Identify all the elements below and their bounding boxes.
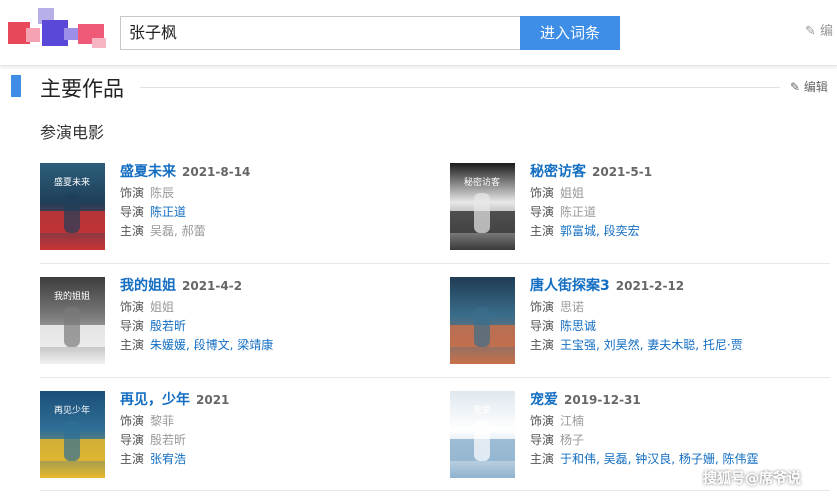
section-marker — [11, 75, 21, 97]
film-info: 再见，少年 2021 饰演 黎菲 导演 殷若昕 主演 张宥浩 — [120, 391, 229, 468]
film-info: 盛夏未来 2021-8-14 饰演 陈辰 导演 陈正道 主演 吴磊, 郝蕾 — [120, 163, 250, 240]
director-label: 导演 — [120, 319, 145, 333]
director-label: 导演 — [120, 205, 145, 219]
film-title-link[interactable]: 唐人街探案3 — [530, 278, 610, 294]
film-date: 2021-5-1 — [592, 165, 653, 179]
role-label: 饰演 — [120, 300, 145, 314]
row-divider — [40, 490, 830, 491]
pencil-icon: ✎ — [805, 24, 816, 39]
role-value: 江楠 — [560, 414, 585, 428]
poster-title: 再见少年 — [54, 404, 90, 416]
role-label: 饰演 — [530, 414, 555, 428]
role-value: 思诺 — [560, 300, 585, 314]
enter-entry-button[interactable]: 进入词条 — [520, 16, 620, 50]
section-edit-link[interactable]: ✎ 编辑 — [790, 78, 828, 95]
director-value: 殷若昕 — [150, 433, 187, 447]
film-info: 唐人街探案3 2021-2-12 饰演 思诺 导演 陈思诚 主演 王宝强, 刘昊然, 妻夫木聪… — [530, 277, 743, 354]
film-poster[interactable]: 我的姐姐 — [40, 277, 105, 364]
cast-label: 主演 — [120, 224, 145, 238]
cast-value: 吴磊, 郝蕾 — [150, 224, 206, 238]
film-card: 我的姐姐 我的姐姐 2021-4-2 饰演 姐姐 导演 殷若昕 主演 朱媛媛, 段博文, 梁靖康 — [40, 277, 420, 377]
poster-art: 宠爱 — [450, 404, 515, 461]
top-bar: 张子枫 进入词条 ✎ 编 — [0, 0, 837, 66]
film-card: 盛夏未来 盛夏未来 2021-8-14 饰演 陈辰 导演 陈正道 主演 吴磊, 郝蕾 — [40, 163, 420, 263]
role-value: 黎菲 — [150, 414, 175, 428]
cast-label: 主演 — [530, 452, 555, 466]
cast-value[interactable]: 朱媛媛, 段博文, 梁靖康 — [150, 338, 273, 352]
role-label: 饰演 — [530, 186, 555, 200]
poster-art: 我的姐姐 — [40, 290, 105, 347]
film-date: 2021-2-12 — [615, 279, 685, 293]
role-label: 饰演 — [120, 186, 145, 200]
cast-label: 主演 — [120, 338, 145, 352]
edit-link-top[interactable]: ✎ 编 — [805, 20, 833, 39]
film-poster[interactable]: 秘密访客 — [450, 163, 515, 250]
poster-title: 秘密访客 — [464, 176, 500, 188]
row-divider — [40, 377, 830, 378]
row-divider — [40, 263, 830, 264]
cast-value[interactable]: 于和伟, 吴磊, 钟汉良, 杨子姗, 陈伟霆 — [560, 452, 759, 466]
film-info: 宠爱 2019-12-31 饰演 江楠 导演 杨子 主演 于和伟, 吴磊, 钟汉良, 杨子姗,… — [530, 391, 759, 468]
director-label: 导演 — [530, 205, 555, 219]
film-info: 秘密访客 2021-5-1 饰演 姐姐 导演 陈正道 主演 郭富城, 段奕宏 — [530, 163, 652, 240]
film-date: 2021-4-2 — [182, 279, 243, 293]
watermark-text: 搜狐号@席爷说 — [703, 471, 801, 487]
director-value[interactable]: 殷若昕 — [150, 319, 186, 333]
film-card: 再见少年 再见，少年 2021 饰演 黎菲 导演 殷若昕 主演 张宥浩 — [40, 391, 420, 491]
role-value: 陈辰 — [150, 186, 175, 200]
film-date: 2021-8-14 — [182, 165, 251, 179]
poster-art: 盛夏未来 — [40, 176, 105, 233]
cast-label: 主演 — [120, 452, 145, 466]
director-value[interactable]: 陈思诚 — [560, 319, 596, 333]
director-value: 杨子 — [560, 433, 585, 447]
film-poster[interactable] — [450, 277, 515, 364]
director-value[interactable]: 陈正道 — [150, 205, 186, 219]
edit-label: 编辑 — [803, 80, 828, 94]
role-label: 饰演 — [120, 414, 145, 428]
film-title-link[interactable]: 盛夏未来 — [120, 164, 176, 180]
cast-value[interactable]: 王宝强, 刘昊然, 妻夫木聪, 托尼·贾 — [560, 338, 743, 352]
role-label: 饰演 — [530, 300, 555, 314]
film-title-link[interactable]: 宠爱 — [530, 392, 558, 408]
search-input[interactable]: 张子枫 — [120, 16, 520, 50]
film-poster[interactable]: 再见少年 — [40, 391, 105, 478]
film-date: 2021 — [196, 393, 230, 407]
film-poster[interactable]: 盛夏未来 — [40, 163, 105, 250]
film-date: 2019-12-31 — [564, 393, 641, 407]
cast-value[interactable]: 郭富城, 段奕宏 — [560, 224, 640, 238]
director-label: 导演 — [530, 319, 555, 333]
section-title: 主要作品 — [40, 77, 124, 101]
film-poster[interactable]: 宠爱 — [450, 391, 515, 478]
film-title-link[interactable]: 再见，少年 — [120, 392, 190, 408]
section-divider — [140, 87, 780, 88]
director-label: 导演 — [530, 433, 555, 447]
cast-value[interactable]: 张宥浩 — [150, 452, 186, 466]
role-value: 姐姐 — [560, 186, 585, 200]
film-card: 唐人街探案3 2021-2-12 饰演 思诺 导演 陈思诚 主演 王宝强, 刘昊然, 妻夫木聪… — [450, 277, 830, 377]
pencil-icon: ✎ — [790, 80, 801, 94]
subsection-title: 参演电影 — [40, 123, 105, 142]
cast-label: 主演 — [530, 224, 555, 238]
blurred-logo[interactable] — [8, 8, 108, 52]
poster-art: 秘密访客 — [450, 176, 515, 233]
poster-art: 再见少年 — [40, 404, 105, 461]
film-title-link[interactable]: 秘密访客 — [530, 164, 586, 180]
director-label: 导演 — [120, 433, 145, 447]
poster-title: 盛夏未来 — [54, 176, 90, 188]
poster-title: 宠爱 — [473, 404, 491, 416]
film-title-link[interactable]: 我的姐姐 — [120, 278, 176, 294]
role-value: 姐姐 — [150, 300, 175, 314]
poster-art — [450, 307, 515, 347]
film-info: 我的姐姐 2021-4-2 饰演 姐姐 导演 殷若昕 主演 朱媛媛, 段博文, 梁靖康 — [120, 277, 273, 354]
cast-label: 主演 — [530, 338, 555, 352]
film-card: 秘密访客 秘密访客 2021-5-1 饰演 姐姐 导演 陈正道 主演 郭富城, 段奕宏 — [450, 163, 830, 263]
director-value: 陈正道 — [560, 205, 597, 219]
edit-label: 编 — [820, 24, 834, 39]
poster-title: 我的姐姐 — [54, 290, 90, 302]
